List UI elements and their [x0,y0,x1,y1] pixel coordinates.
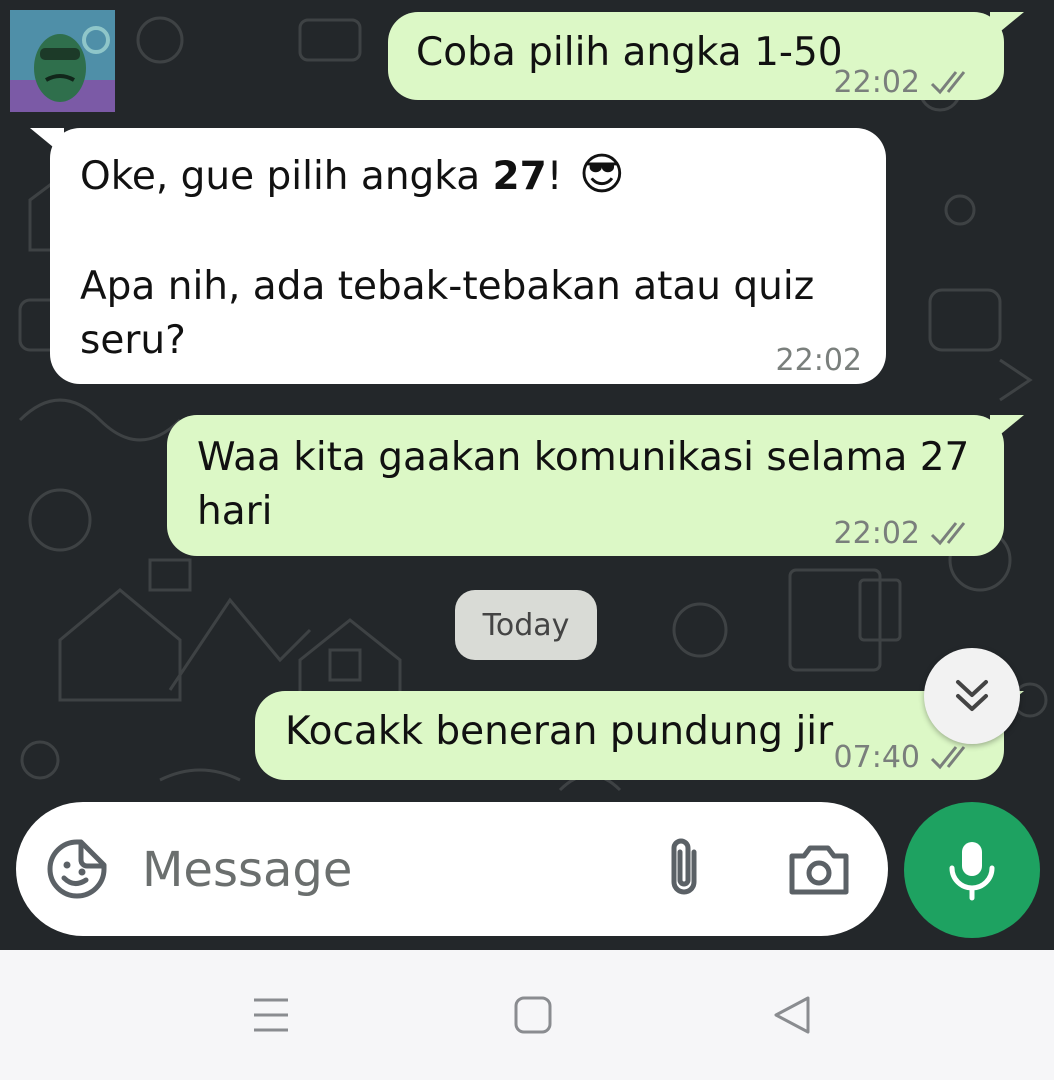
bubble-tail [990,12,1024,40]
message-meta: 22:02 [834,507,976,561]
message-text: Apa nih, ada tebak-tebakan atau quiz ser… [80,264,815,363]
double-tick-icon [930,746,966,770]
message-bubble-outgoing[interactable]: Coba pilih angka 1-50 22:02 [388,12,1024,100]
menu-icon[interactable] [250,994,292,1036]
message-time: 22:02 [775,343,862,378]
back-triangle-icon[interactable] [772,994,812,1036]
sunglasses-emoji-icon: 😎 [578,149,625,200]
sticker-smiley-icon[interactable] [46,838,108,900]
message-time: 22:02 [833,516,920,551]
message-text: ! [546,154,563,199]
double-tick-icon [930,522,966,546]
message-input[interactable] [140,832,624,908]
message-first-line: Oke, gue pilih angka 27! 😎 [80,148,625,204]
double-chevron-down-icon [956,680,988,711]
camera-icon[interactable] [786,842,852,898]
message-time: 22:02 [833,65,920,100]
message-meta: 22:02 [834,56,976,110]
paperclip-icon[interactable] [656,836,712,902]
microphone-icon [949,842,995,901]
message-bubble-outgoing[interactable]: Waa kita gaakan komunikasi selama 27 har… [167,415,1024,556]
voice-record-button[interactable] [904,802,1040,938]
message-text: Kocakk beneran pundung jir [285,709,834,754]
bubble-tail [30,128,64,156]
message-bubble-incoming[interactable]: Oke, gue pilih angka 27! 😎 Apa nih, ada … [30,128,886,384]
message-meta: 22:02 [776,334,862,388]
message-bold-number: 27 [492,154,547,199]
bubble-tail [990,415,1024,443]
message-text: Oke, gue pilih angka [80,154,493,199]
date-separator: Today [455,590,597,660]
chat-screen: Coba pilih angka 1-50 22:02 Oke, gue pil… [0,0,1054,1080]
message-text: Coba pilih angka 1-50 [416,30,843,75]
message-bubble-outgoing[interactable]: Kocakk beneran pundung jir 07:40 [255,691,1024,780]
double-tick-icon [930,71,966,95]
scroll-to-bottom-button[interactable] [924,648,1020,744]
home-square-icon[interactable] [513,994,553,1036]
avatar-image [10,10,115,112]
message-time: 07:40 [833,740,920,775]
message-composer [16,802,888,936]
contact-avatar[interactable] [10,10,115,112]
